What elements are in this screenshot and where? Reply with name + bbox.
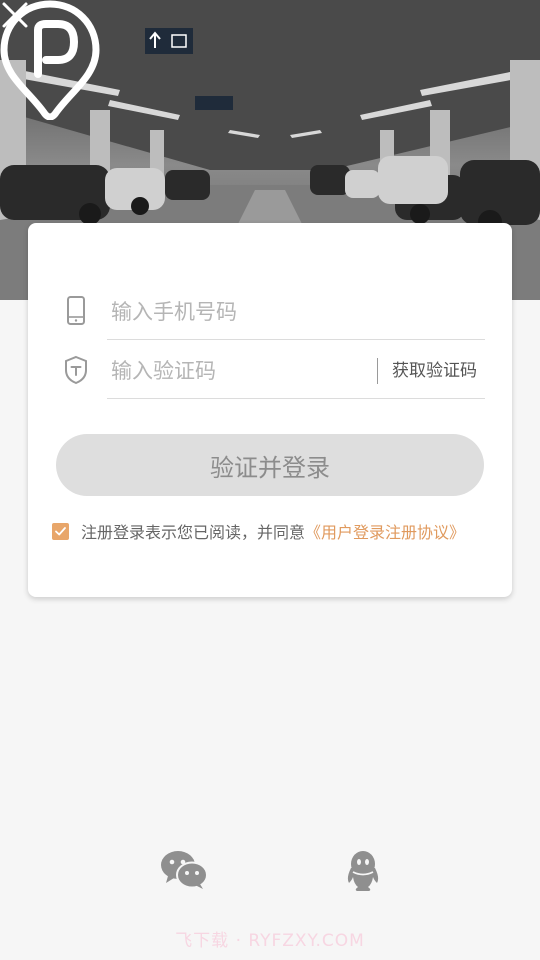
close-icon[interactable] [0, 0, 30, 30]
mobile-phone-icon [67, 296, 85, 325]
verify-and-login-button[interactable]: 验证并登录 [56, 434, 484, 496]
get-code-button[interactable]: 获取验证码 [377, 358, 477, 384]
agreement-link[interactable]: 《用户登录注册协议》 [305, 519, 465, 543]
wechat-icon[interactable] [160, 850, 208, 890]
agreement-text: 注册登录表示您已阅读，并同意 [81, 523, 306, 542]
agreement-row: 注册登录表示您已阅读，并同意 《用户登录注册协议》 [52, 519, 465, 543]
verification-code-field: 获取验证码 [65, 338, 485, 399]
phone-field [67, 279, 485, 340]
phone-input[interactable] [109, 293, 373, 331]
shield-icon [65, 355, 87, 385]
watermark-text: 飞下载 · RYFZXY.COM [175, 931, 365, 951]
qq-icon[interactable] [344, 850, 382, 892]
login-card: 获取验证码 验证并登录 注册登录表示您已阅读，并同意 《用户登录注册协议》 [28, 223, 512, 597]
checkmark-icon [55, 526, 66, 535]
agreement-checkbox[interactable] [52, 522, 69, 540]
verification-code-input[interactable] [109, 352, 373, 390]
